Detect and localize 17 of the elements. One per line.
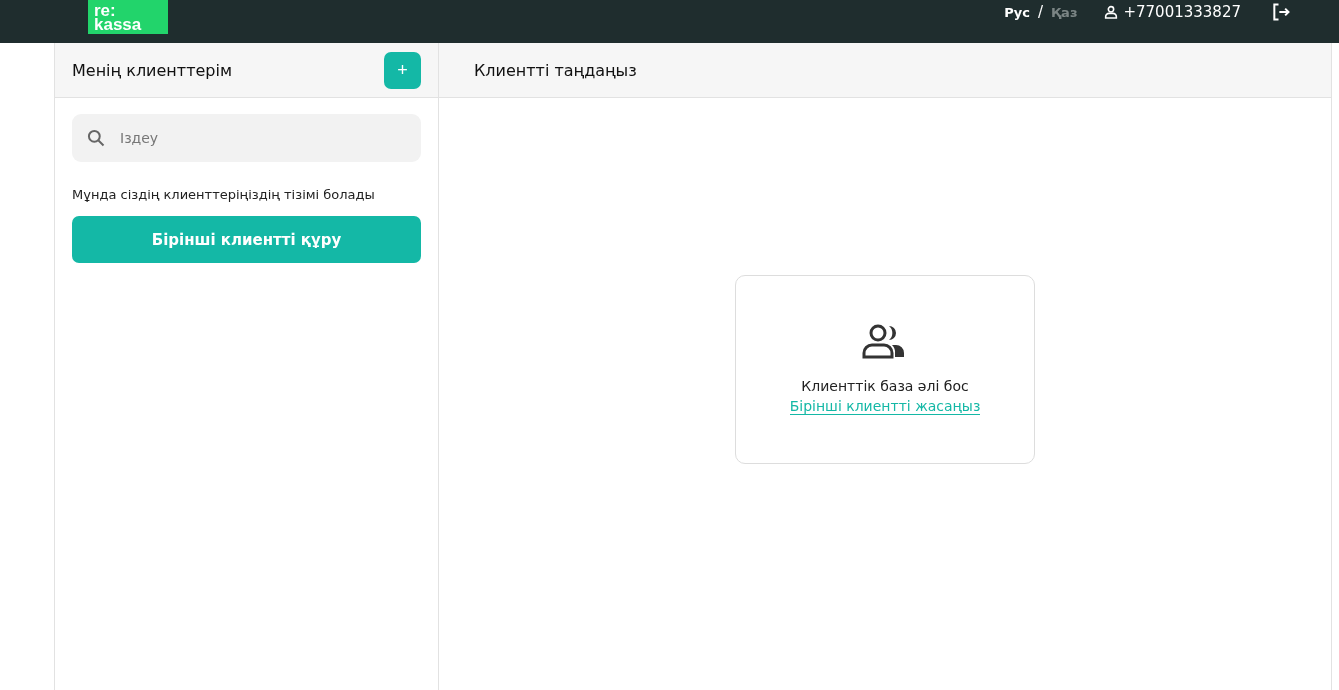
- language-option[interactable]: Қаз: [1051, 4, 1078, 20]
- logout-icon: [1271, 2, 1291, 22]
- logo-text: kassa: [94, 18, 143, 32]
- logout-button[interactable]: [1271, 2, 1291, 22]
- logo-text: re:: [94, 4, 116, 18]
- language-separator: /: [1038, 3, 1044, 21]
- empty-message: Клиенттік база әлі бос: [801, 377, 969, 394]
- user-icon: [1103, 4, 1120, 20]
- search-field[interactable]: Іздеу: [72, 114, 421, 162]
- language-option[interactable]: Рус: [1004, 4, 1030, 20]
- panel-title: Менің клиенттерім: [72, 60, 232, 80]
- create-client-link[interactable]: Бірінші клиентті жасаңыз: [789, 397, 981, 415]
- add-button[interactable]: +: [384, 51, 421, 89]
- empty-hint: Мұнда сіздің клиенттеріңіздің тізімі болады: [72, 187, 376, 202]
- account-button[interactable]: +77001333827: [1103, 3, 1241, 21]
- panel-title: Клиентті таңдаңыз: [474, 60, 637, 80]
- create-client-button[interactable]: Бірінші клиентті құру: [72, 216, 421, 263]
